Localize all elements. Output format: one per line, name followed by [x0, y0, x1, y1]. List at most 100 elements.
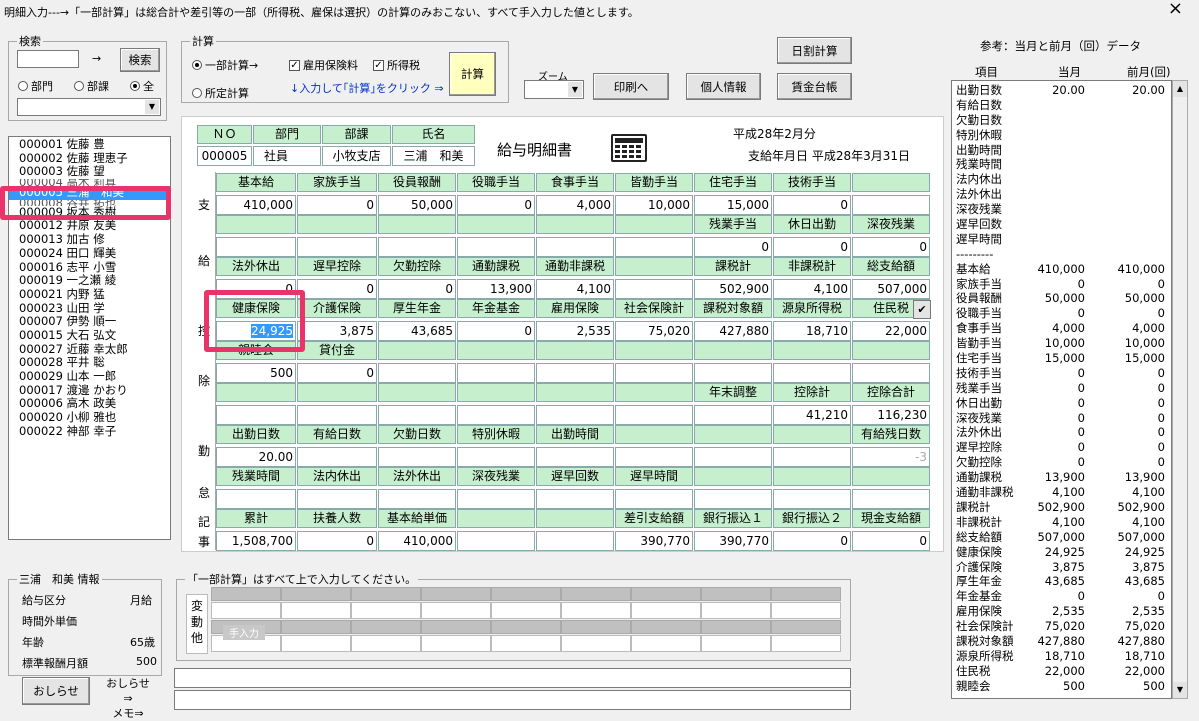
ded-val1-cell[interactable]: 427,880: [694, 321, 772, 341]
pay-val3-cell[interactable]: 13,900: [457, 279, 535, 299]
radio-dept[interactable]: 部門: [18, 78, 53, 94]
pay-val1-cell[interactable]: 410,000: [216, 195, 296, 215]
pay-val3-cell[interactable]: 4,100: [536, 279, 614, 299]
ded-val2-cell[interactable]: [694, 363, 772, 383]
pay-val3-cell[interactable]: 0: [378, 279, 456, 299]
list-item[interactable]: 000019 一之瀬 綾: [9, 273, 170, 288]
pay-val3-cell[interactable]: 0: [297, 279, 377, 299]
pay-val1-cell[interactable]: 15,000: [694, 195, 772, 215]
variable-input-cell[interactable]: [421, 635, 491, 652]
rec-val-cell[interactable]: 0: [297, 531, 377, 551]
rec-val-cell[interactable]: [457, 531, 535, 551]
att-val2-cell[interactable]: [378, 489, 456, 509]
pay-val2-cell[interactable]: [615, 237, 693, 257]
pay-val2-cell[interactable]: 0: [773, 237, 851, 257]
pay-val2-cell[interactable]: 0: [694, 237, 772, 257]
rec-val-cell[interactable]: 410,000: [378, 531, 456, 551]
att-val1-cell[interactable]: [378, 447, 456, 467]
pay-val3-cell[interactable]: 4,100: [773, 279, 851, 299]
rec-val-cell[interactable]: 390,770: [694, 531, 772, 551]
rec-val-cell[interactable]: 390,770: [615, 531, 693, 551]
att-val2-cell[interactable]: [536, 489, 614, 509]
checkbox-employment-insurance[interactable]: ✓ 雇用保険料: [289, 57, 358, 73]
pay-val1-cell[interactable]: 0: [457, 195, 535, 215]
variable-input-cell[interactable]: [491, 635, 561, 652]
ded-val2-cell[interactable]: [615, 363, 693, 383]
att-val2-cell[interactable]: [773, 489, 851, 509]
pay-val2-cell[interactable]: [297, 237, 377, 257]
variable-input-cell[interactable]: [351, 635, 421, 652]
att-val2-cell[interactable]: [216, 489, 296, 509]
list-item[interactable]: 000013 加古 修: [9, 232, 170, 247]
list-item[interactable]: 000029 山本 一郎: [9, 369, 170, 384]
list-item[interactable]: 000001 佐藤 豊: [9, 137, 170, 152]
list-item[interactable]: 000016 志平 小雪: [9, 260, 170, 275]
ded-val3-cell[interactable]: [378, 405, 456, 425]
checkbox-income-tax[interactable]: ✓ 所得税: [373, 57, 420, 73]
variable-input-cell[interactable]: [631, 602, 701, 619]
att-val1-cell[interactable]: [615, 447, 693, 467]
rec-val-cell[interactable]: 0: [852, 531, 930, 551]
list-item[interactable]: 000015 大石 弘文: [9, 328, 170, 343]
ded-val3-cell[interactable]: [457, 405, 535, 425]
list-item[interactable]: 000023 山田 学: [9, 301, 170, 316]
ded-val2-cell[interactable]: 500: [216, 363, 296, 383]
list-item[interactable]: 000006 高木 政美: [9, 397, 170, 411]
reference-scrollbar[interactable]: ▲ ▼: [1172, 80, 1188, 699]
ded-val2-cell[interactable]: [378, 363, 456, 383]
pay-val2-cell[interactable]: [536, 237, 614, 257]
att-val1-cell[interactable]: [694, 447, 772, 467]
radio-all[interactable]: 全: [130, 78, 154, 94]
pay-val3-cell[interactable]: 502,900: [694, 279, 772, 299]
ded-val1-cell[interactable]: 18,710: [773, 321, 851, 341]
checkmark-icon[interactable]: ✔: [913, 300, 931, 319]
list-item[interactable]: 000022 神部 幸子: [9, 424, 170, 439]
radio-standard-calc[interactable]: 所定計算: [192, 85, 249, 101]
calc-button[interactable]: 計算: [449, 52, 496, 96]
list-item[interactable]: 000017 渡邊 かおり: [9, 383, 170, 398]
list-item[interactable]: 000002 佐藤 理恵子: [9, 151, 170, 166]
daily-calc-button[interactable]: 日割計算: [777, 37, 852, 64]
list-item[interactable]: 000012 井原 友美: [9, 219, 170, 233]
memo-field-1[interactable]: [174, 668, 851, 688]
att-val2-cell[interactable]: [852, 489, 930, 509]
att-val1-cell[interactable]: [536, 447, 614, 467]
variable-input-cell[interactable]: [631, 635, 701, 652]
search-dropdown[interactable]: ▼: [17, 98, 161, 116]
scroll-down-icon[interactable]: ▼: [1173, 682, 1187, 698]
ded-val3-cell[interactable]: [297, 405, 377, 425]
list-item[interactable]: 000021 内野 猛: [9, 287, 170, 302]
ded-val2-cell[interactable]: [536, 363, 614, 383]
notice-memo-label[interactable]: おしらせ⇒ メモ⇒: [102, 676, 154, 721]
pay-val2-cell[interactable]: [216, 237, 296, 257]
ded-val3-cell[interactable]: [216, 405, 296, 425]
list-item[interactable]: 000003 佐藤 望: [9, 165, 170, 179]
ded-val2-cell[interactable]: [457, 363, 535, 383]
ded-val1-cell[interactable]: 3,875: [297, 321, 377, 341]
att-val1-cell[interactable]: [297, 447, 377, 467]
variable-input-cell[interactable]: [561, 635, 631, 652]
variable-input-cell[interactable]: [211, 602, 281, 619]
notice-button[interactable]: おしらせ: [22, 677, 90, 705]
att-val1-cell[interactable]: 20.00: [216, 447, 296, 467]
pay-val1-cell[interactable]: [852, 195, 930, 215]
att-val2-cell[interactable]: [297, 489, 377, 509]
att-val2-cell[interactable]: [615, 489, 693, 509]
ded-val1-cell[interactable]: 75,020: [615, 321, 693, 341]
variable-input-cell[interactable]: [771, 602, 841, 619]
ded-val3-cell[interactable]: [615, 405, 693, 425]
pay-val2-cell[interactable]: [378, 237, 456, 257]
ded-val3-cell[interactable]: 116,230: [852, 405, 930, 425]
list-item[interactable]: 000027 近藤 幸太郎: [9, 342, 170, 357]
scroll-up-icon[interactable]: ▲: [1173, 81, 1187, 97]
ded-val1-cell[interactable]: 43,685: [378, 321, 456, 341]
variable-input-cell[interactable]: [421, 602, 491, 619]
ded-val2-cell[interactable]: [773, 363, 851, 383]
pay-val2-cell[interactable]: [457, 237, 535, 257]
ded-val2-cell[interactable]: [852, 363, 930, 383]
ded-val1-cell[interactable]: 22,000: [852, 321, 930, 341]
ded-val3-cell[interactable]: [694, 405, 772, 425]
reference-list[interactable]: 出勤日数 20.00 20.00 有給日数 欠勤日数 特別休暇 出勤時間 残業時間 法内休出 法外…: [951, 80, 1172, 699]
radio-partial-calc[interactable]: 一部計算→: [192, 57, 258, 73]
att-val2-cell[interactable]: [694, 489, 772, 509]
